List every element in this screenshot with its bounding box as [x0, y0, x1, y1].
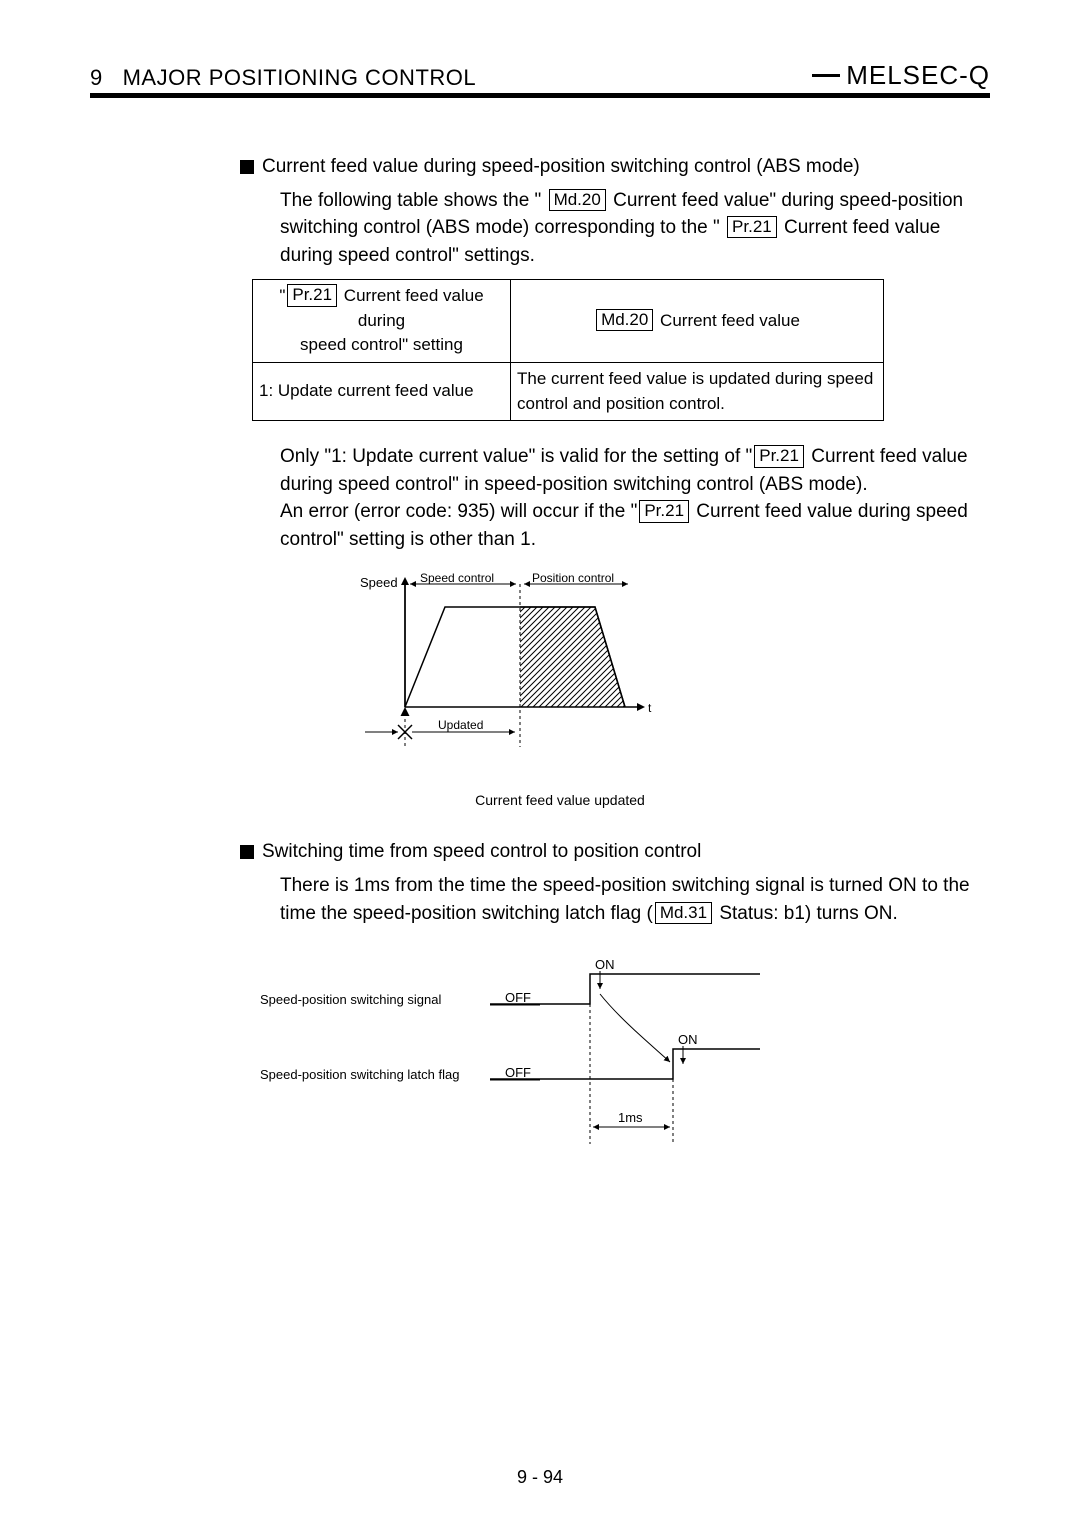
- section1-heading: Current feed value during speed-position…: [240, 153, 990, 181]
- table-header-2: Md.20 Current feed value: [511, 280, 884, 363]
- text: Current feed value: [660, 311, 800, 330]
- header-rule-icon: [812, 74, 840, 77]
- label-updated: Updated: [438, 718, 483, 732]
- text: speed control" setting: [300, 335, 463, 354]
- chapter-title: MAJOR POSITIONING CONTROL: [123, 65, 477, 90]
- after-table-para: Only "1: Update current value" is valid …: [280, 443, 990, 553]
- axis-speed-label: Speed: [360, 575, 398, 590]
- section1-title: Current feed value during speed-position…: [262, 153, 860, 181]
- diagram1-caption: Current feed value updated: [410, 790, 710, 810]
- diagram-speed-profile: t Speed Speed control Position control: [350, 572, 990, 811]
- label-position-control: Position control: [532, 572, 614, 585]
- series-text: MELSEC-Q: [846, 60, 990, 91]
- param-box-pr21: Pr.21: [754, 445, 804, 467]
- text: Only "1: Update current value" is valid …: [280, 446, 752, 467]
- text: An error (error code: 935) will occur if…: [280, 501, 637, 522]
- section1-intro: The following table shows the " Md.20 Cu…: [280, 187, 990, 270]
- text: The following table shows the ": [280, 190, 541, 211]
- page: 9 MAJOR POSITIONING CONTROL MELSEC-Q Cur…: [0, 0, 1080, 1528]
- content-body: Current feed value during speed-position…: [260, 153, 990, 1178]
- section2: Switching time from speed control to pos…: [260, 838, 990, 1177]
- table-cell: The current feed value is updated during…: [511, 363, 884, 421]
- section2-para: There is 1ms from the time the speed-pos…: [280, 872, 990, 927]
- table-row: 1: Update current feed value The current…: [253, 363, 884, 421]
- param-box-md31: Md.31: [655, 902, 712, 924]
- table-cell: 1: Update current feed value: [253, 363, 511, 421]
- diagram-timing: Speed-position switching signal Speed-po…: [260, 949, 990, 1178]
- on-label-1: ON: [595, 957, 615, 972]
- timing-svg: Speed-position switching signal Speed-po…: [260, 949, 880, 1169]
- off-label-2: OFF: [505, 1065, 531, 1080]
- square-bullet-icon: [240, 160, 254, 174]
- param-box-md20: Md.20: [596, 309, 653, 331]
- axis-t-label: t: [648, 701, 652, 715]
- chapter-number: 9: [90, 65, 103, 90]
- square-bullet-icon: [240, 845, 254, 859]
- table-header-1: "Pr.21 Current feed value during speed c…: [253, 280, 511, 363]
- settings-table: "Pr.21 Current feed value during speed c…: [252, 279, 884, 421]
- table-row: "Pr.21 Current feed value during speed c…: [253, 280, 884, 363]
- label-speed-control: Speed control: [420, 572, 494, 585]
- param-box-pr21: Pr.21: [639, 500, 689, 522]
- section2-title: Switching time from speed control to pos…: [262, 838, 701, 866]
- page-number: 9 - 94: [0, 1467, 1080, 1488]
- text: Current feed value during: [339, 286, 484, 330]
- off-label-1: OFF: [505, 990, 531, 1005]
- speed-profile-svg: t Speed Speed control Position control: [350, 572, 680, 762]
- param-box-md20: Md.20: [549, 189, 606, 211]
- text: Status: b1) turns ON.: [714, 903, 898, 924]
- row1-label: Speed-position switching signal: [260, 992, 441, 1007]
- page-header: 9 MAJOR POSITIONING CONTROL MELSEC-Q: [90, 60, 990, 98]
- series-name: MELSEC-Q: [812, 60, 990, 91]
- row2-label: Speed-position switching latch flag: [260, 1067, 459, 1082]
- delay-label: 1ms: [618, 1110, 643, 1125]
- section2-heading: Switching time from speed control to pos…: [240, 838, 990, 866]
- on-label-2: ON: [678, 1032, 698, 1047]
- text: ": [279, 286, 285, 305]
- param-box-pr21: Pr.21: [287, 284, 337, 306]
- chapter-heading: 9 MAJOR POSITIONING CONTROL: [90, 65, 476, 91]
- param-box-pr21: Pr.21: [727, 216, 777, 238]
